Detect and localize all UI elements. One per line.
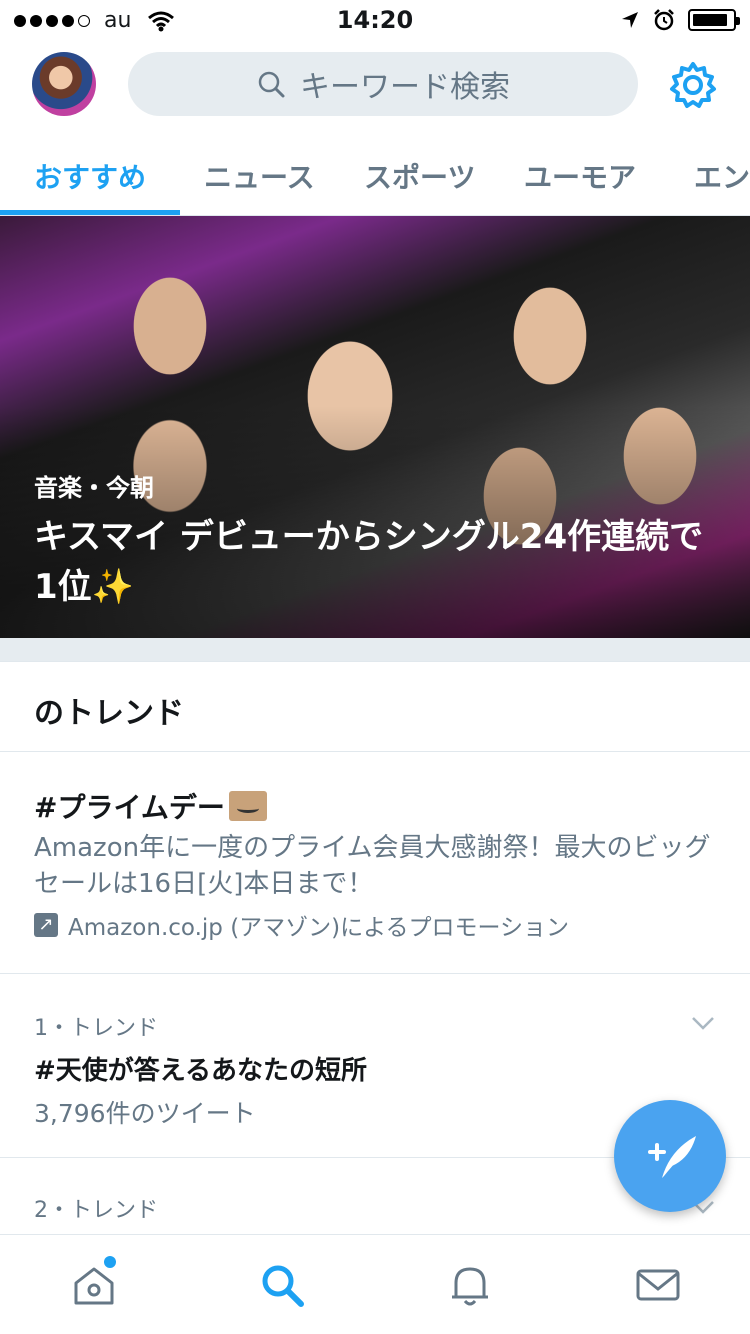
hero-card[interactable]: 音楽・今朝 キスマイ デビューからシングル24作連続で1位✨ xyxy=(0,216,750,638)
section-divider xyxy=(0,638,750,662)
battery-icon xyxy=(688,9,740,31)
trend-rank: 2・トレンド xyxy=(34,1198,158,1223)
tab-sports[interactable]: スポーツ xyxy=(364,156,475,196)
mail-icon[interactable] xyxy=(634,1261,682,1309)
search-placeholder: キーワード検索 xyxy=(300,70,510,105)
search-bar[interactable]: キーワード検索 xyxy=(128,52,638,116)
promoted-trend-title: #プライムデー xyxy=(34,786,267,826)
promoted-trend-description: Amazon年に一度のプライム会員大感謝祭！最大のビッグセールは16日[火]本日… xyxy=(34,833,711,899)
compose-tweet-button[interactable] xyxy=(614,1100,726,1212)
hero-meta: 音楽・今朝 xyxy=(34,474,154,502)
promoted-by: ↗ Amazon.co.jp (アマゾン)によるプロモーション xyxy=(34,908,569,942)
category-tabs: おすすめ ニュース スポーツ ユーモア エン xyxy=(0,128,750,216)
trends-title: のトレンド xyxy=(34,696,184,731)
tab-news[interactable]: ニュース xyxy=(204,156,315,196)
trend-tweet-count: 3,796件のツイート xyxy=(34,1099,256,1128)
search-icon xyxy=(258,71,285,98)
alarm-icon xyxy=(654,9,674,31)
active-tab-indicator xyxy=(0,210,180,215)
promoted-trend-name: #プライムデー xyxy=(34,791,225,824)
trends-section-header: のトレンド xyxy=(0,662,750,752)
promoted-trend[interactable]: #プライムデー Amazon年に一度のプライム会員大感謝祭！最大のビッグセールは… xyxy=(0,752,750,974)
bell-icon[interactable] xyxy=(446,1261,494,1309)
tab-osusume[interactable]: おすすめ xyxy=(34,156,146,196)
search-icon[interactable] xyxy=(258,1261,306,1309)
location-icon xyxy=(622,12,638,28)
status-bar: au 14:20 xyxy=(0,0,750,40)
avatar[interactable] xyxy=(32,52,96,116)
package-icon xyxy=(228,791,267,821)
hero-title: キスマイ デビューからシングル24作連続で1位✨ xyxy=(34,517,704,607)
trend-name: #天使が答えるあなたの短所 xyxy=(34,1056,368,1086)
chevron-down-icon[interactable] xyxy=(690,1010,716,1036)
home-icon[interactable] xyxy=(70,1261,118,1309)
gear-icon[interactable] xyxy=(668,60,718,110)
trend-rank: 1・トレンド xyxy=(34,1016,158,1041)
promoted-by-label: Amazon.co.jp (アマゾン)によるプロモーション xyxy=(68,915,569,941)
bottom-tab-bar xyxy=(0,1234,750,1334)
new-content-indicator xyxy=(104,1256,116,1268)
status-indicators xyxy=(620,8,740,32)
compose-tweet-icon xyxy=(648,1136,696,1178)
promoted-arrow-icon: ↗ xyxy=(34,913,58,937)
tab-entertainment[interactable]: エン xyxy=(694,156,750,196)
top-header: キーワード検索 xyxy=(0,40,750,128)
tab-humor[interactable]: ユーモア xyxy=(524,156,636,196)
